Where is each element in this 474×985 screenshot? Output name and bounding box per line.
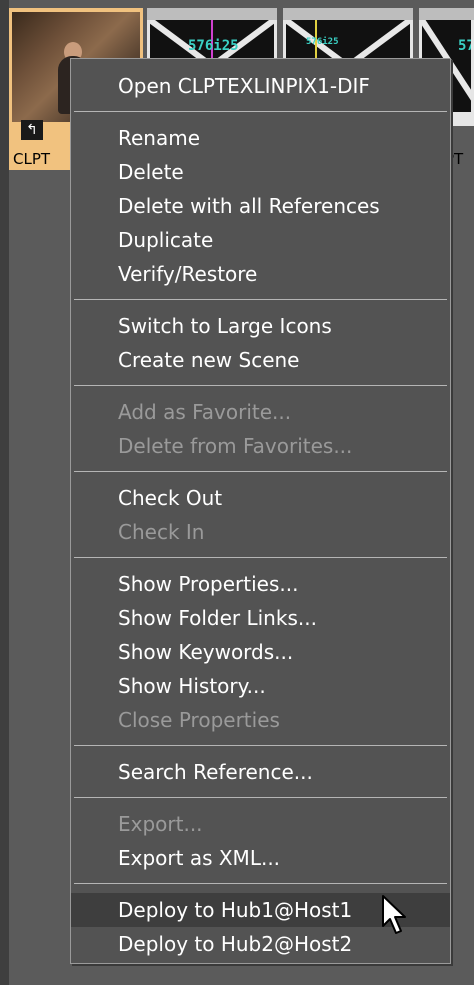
menu-item-export-as-xml[interactable]: Export as XML...	[71, 841, 450, 875]
context-menu: Open CLPTEXLINPIX1-DIF Rename Delete Delete…	[70, 58, 451, 964]
asset-browser: ↰ CLPT 576i25 576i25 57 PT Open CLPTEXLI…	[0, 0, 474, 985]
menu-item-create-new-scene[interactable]: Create new Scene	[71, 343, 450, 377]
thumbnail-header	[283, 8, 413, 20]
menu-item-show-history[interactable]: Show History...	[71, 669, 450, 703]
menu-item-check-in: Check In	[118, 520, 205, 544]
menu-item-rename[interactable]: Rename	[71, 121, 450, 155]
menu-item-delete[interactable]: Delete	[71, 155, 450, 189]
menu-separator	[74, 745, 447, 746]
menu-separator	[74, 385, 447, 386]
menu-separator	[74, 797, 447, 798]
menu-separator	[74, 557, 447, 558]
shortcut-arrow-icon: ↰	[21, 120, 43, 140]
menu-separator	[74, 111, 447, 112]
menu-item-delete-from-favorites: Delete from Favorites...	[118, 434, 353, 458]
menu-item-search-reference[interactable]: Search Reference...	[71, 755, 450, 789]
menu-item-show-folder-links[interactable]: Show Folder Links...	[71, 601, 450, 635]
menu-separator	[74, 883, 447, 884]
menu-item-duplicate[interactable]: Duplicate	[71, 223, 450, 257]
thumbnail-label: CLPT	[13, 150, 51, 168]
menu-item-show-properties[interactable]: Show Properties...	[71, 567, 450, 601]
menu-item-close-properties: Close Properties	[118, 708, 280, 732]
menu-item-show-keywords[interactable]: Show Keywords...	[71, 635, 450, 669]
menu-item-delete-with-all-references[interactable]: Delete with all References	[71, 189, 450, 223]
thumbnail-header	[419, 8, 474, 20]
menu-item-verify-restore[interactable]: Verify/Restore	[71, 257, 450, 291]
thumbnail-timecode: 576i25	[458, 38, 471, 54]
thumbnail-timecode: 576i25	[188, 38, 239, 54]
menu-separator	[74, 299, 447, 300]
menu-item-add-as-favorite: Add as Favorite...	[118, 400, 292, 424]
thumbnail-timecode: 576i25	[306, 37, 339, 47]
thumbnail-header	[147, 8, 277, 20]
menu-separator	[74, 471, 447, 472]
menu-item-open-clptexlinpix1-dif[interactable]: Open CLPTEXLINPIX1-DIF	[71, 69, 450, 103]
menu-item-export: Export...	[118, 812, 203, 836]
menu-item-switch-to-large-icons[interactable]: Switch to Large Icons	[71, 309, 450, 343]
mouse-cursor-icon	[382, 895, 406, 934]
panel-edge	[0, 0, 9, 985]
menu-item-check-out[interactable]: Check Out	[71, 481, 450, 515]
